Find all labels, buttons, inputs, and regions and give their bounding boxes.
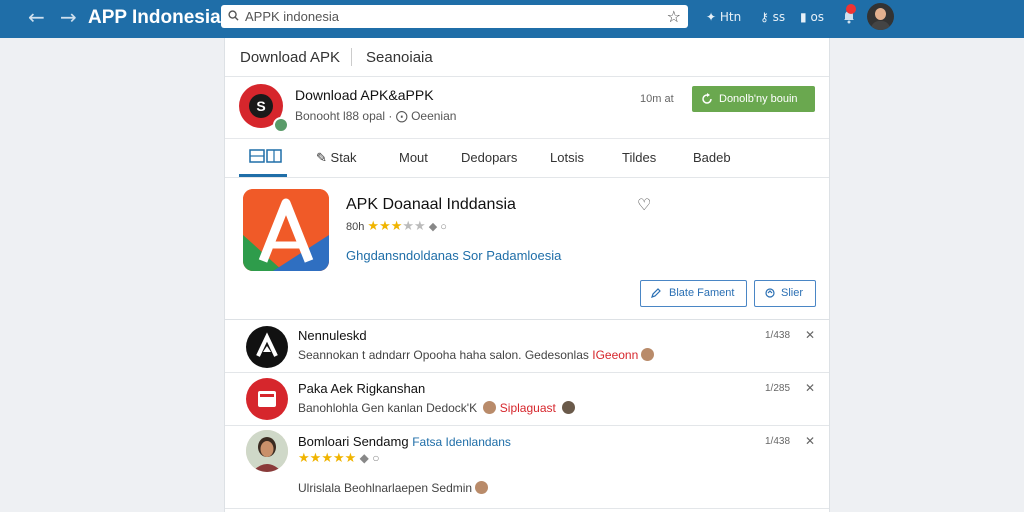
forward-arrow-icon[interactable]: → [60, 6, 77, 28]
person-photo [246, 430, 288, 472]
tab-mout[interactable]: Mout [399, 150, 428, 165]
publisher-subtitle: Bonooht l88 opal · ⨀ Oeenian [295, 109, 457, 123]
star-rating: ★★★★★ [367, 219, 426, 234]
user-avatar[interactable] [867, 3, 894, 30]
tab-tildes[interactable]: Tildes [622, 150, 656, 165]
tag-icon: ◆ ○ [428, 221, 447, 233]
app-logo-icon [243, 189, 329, 271]
list-item-avatar [246, 326, 288, 368]
edit-icon [651, 288, 661, 298]
featured-app-link[interactable]: Ghgdansndoldanas Sor Padamloesia [346, 248, 561, 263]
close-icon[interactable]: ✕ [805, 328, 815, 342]
featured-app-card: APK Doanaal Inddansia ♡ 80h ★★★★★ ◆ ○ Gh… [225, 177, 829, 320]
list-item-text: Banohlohla Gen kanlan Dedock'K Siplaguas… [298, 401, 576, 415]
pencil-icon: ✎ [316, 150, 327, 165]
list-item[interactable]: Paka Aek Rigkanshan Banohlohla Gen kanla… [225, 373, 829, 426]
list-item-avatar [246, 378, 288, 420]
app-icon[interactable] [243, 189, 329, 271]
list-item[interactable]: Nennuleskd Seannokan t adndarr Opooha ha… [225, 320, 829, 373]
featured-app-title[interactable]: APK Doanaal Inddansia [346, 196, 516, 214]
mini-avatar [475, 481, 489, 494]
tab-bar: ✎ Stak Mout Dedopars Lotsis Tildes Badeb [225, 138, 829, 178]
close-icon[interactable]: ✕ [805, 381, 815, 395]
share-icon [765, 288, 775, 298]
main-panel: Download APK Seanoiaia S Download APK&aP… [224, 38, 830, 512]
mini-avatar [483, 401, 497, 414]
header-divider [351, 48, 352, 66]
tag-icon: ◆ ○ [359, 451, 380, 465]
list-item-rating: ★★★★★ ◆ ○ [298, 451, 379, 466]
tab-stak[interactable]: ✎ Stak [316, 150, 357, 166]
tab-badeb[interactable]: Badeb [693, 150, 731, 165]
search-bar[interactable]: APPK indonesia ☆ [221, 5, 688, 28]
app-title: APP Indonesia [88, 7, 221, 28]
verified-badge-icon [273, 117, 289, 133]
download-button[interactable]: Donolb'ny bouin [692, 86, 815, 112]
star-rating: ★★★★★ [298, 451, 357, 466]
list-item-title: Paka Aek Rigkanshan [298, 381, 426, 396]
toolbar-item-reading[interactable]: ▮ os [800, 10, 824, 24]
list-item-title: Nennuleskd [298, 328, 367, 343]
book-icon: ▮ [800, 10, 807, 24]
list-item-avatar [246, 430, 288, 472]
list-item-time: 1/438 [765, 330, 791, 341]
back-arrow-icon[interactable]: ← [28, 6, 45, 28]
notification-badge [846, 4, 856, 14]
list-item-text: Ulrislala Beohlnarlaepen Sedmin [298, 481, 489, 495]
list-item-time: 1/285 [765, 383, 791, 394]
puzzle-icon: ✦ [706, 10, 717, 24]
tab-dedopars[interactable]: Dedopars [461, 150, 517, 165]
list-item-title: Bomloari Sendamg Fatsa Idenlandans [298, 434, 511, 449]
publisher-title[interactable]: Download APK&aPPK [295, 87, 434, 103]
list-item-text: Seannokan t adndarr Opooha haha salon. G… [298, 348, 655, 362]
list-item-link[interactable]: Fatsa Idenlandans [412, 435, 511, 449]
mini-avatar [641, 348, 655, 361]
slier-button[interactable]: Slier [754, 280, 816, 307]
key-icon: ⚷ [760, 10, 769, 24]
list-item-time: 1/438 [765, 436, 791, 447]
bookmark-star-icon[interactable]: ☆ [667, 7, 681, 26]
document-icon [258, 391, 276, 407]
publisher-time: 10m at [640, 93, 674, 105]
list-item[interactable]: Bomloari Sendamg Fatsa Idenlandans ★★★★★… [225, 426, 829, 509]
featured-rating: 80h ★★★★★ ◆ ○ [346, 219, 447, 234]
toolbar-item-extensions[interactable]: ✦ Htn [706, 10, 741, 24]
panel-header: Download APK Seanoiaia [225, 38, 829, 77]
refresh-icon [702, 93, 712, 104]
grid-view-icon [249, 149, 282, 163]
tab-grid[interactable] [249, 149, 283, 166]
blate-fament-button[interactable]: Blate Fament [640, 280, 747, 307]
top-bar: ← → APP Indonesia APPK indonesia ☆ ✦ Htn… [0, 0, 1024, 38]
mini-avatar [562, 401, 576, 414]
a-logo-icon [256, 332, 278, 357]
favorite-heart-icon[interactable]: ♡ [637, 195, 651, 214]
close-icon[interactable]: ✕ [805, 434, 815, 448]
search-icon [228, 10, 239, 21]
search-input[interactable]: APPK indonesia [245, 9, 339, 24]
page-subtitle[interactable]: Seanoiaia [366, 49, 433, 66]
toolbar-item-keys[interactable]: ⚷ ss [760, 10, 785, 24]
tab-lotsis[interactable]: Lotsis [550, 150, 584, 165]
publisher-logo-letter: S [249, 94, 273, 118]
page-title: Download APK [240, 49, 341, 66]
